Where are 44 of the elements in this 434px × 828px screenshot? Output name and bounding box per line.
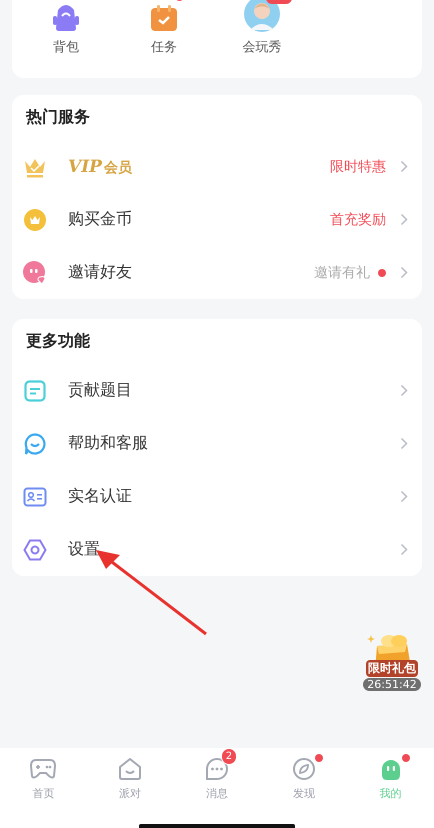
row-label: 贡献题目	[68, 380, 132, 401]
row-hint: 邀请有礼	[314, 264, 370, 282]
calendar-check-icon	[150, 4, 178, 32]
id-card-icon	[23, 486, 47, 506]
chevron-right-icon	[400, 266, 408, 279]
gamepad-icon	[30, 758, 56, 780]
home-smile-icon	[118, 757, 142, 781]
shortcut-item[interactable]: 背包	[34, 0, 98, 56]
row-label: 邀请好友	[68, 262, 132, 283]
settings-icon	[23, 538, 47, 560]
chevron-right-icon	[400, 543, 408, 556]
row-label: 设置	[68, 539, 100, 560]
menu-row[interactable]: 帮助和客服	[12, 417, 422, 470]
chat-bubble-icon	[24, 432, 46, 454]
shortcut-item[interactable]: 任务	[132, 0, 196, 56]
row-label: 帮助和客服	[68, 433, 148, 454]
row-label: 实名认证	[68, 486, 132, 507]
gift-widget[interactable]: 限时礼包 26:51:42	[360, 632, 424, 691]
menu-row[interactable]: 设置	[12, 523, 422, 576]
message-icon	[204, 757, 229, 781]
tab-item[interactable]: 2 消息	[174, 748, 260, 814]
menu-row[interactable]: VIP会员 限时特惠	[12, 140, 422, 193]
chevron-right-icon	[400, 384, 408, 397]
menu-row[interactable]: 实名认证	[12, 470, 422, 523]
countdown-timer: 26:51:42	[363, 678, 421, 691]
vip-label: VIP会员	[68, 156, 132, 176]
section-title: 热门服务	[24, 106, 91, 128]
gift-label: 限时礼包	[366, 660, 418, 677]
menu-row[interactable]: 贡献题目	[12, 364, 422, 417]
unread-badge: 2	[220, 748, 237, 765]
row-hint: 首充奖励	[330, 210, 386, 228]
shortcut-item[interactable]: 会玩秀	[230, 0, 294, 56]
row-hint: 限时特惠	[330, 158, 386, 176]
document-icon	[24, 380, 46, 402]
compass-icon	[292, 757, 316, 781]
row-label: 购买金币	[68, 209, 132, 230]
section-title: 更多功能	[25, 330, 91, 352]
chevron-right-icon	[400, 213, 408, 226]
chevron-right-icon	[400, 160, 408, 173]
menu-row[interactable]: 邀请好友 邀请有礼	[12, 246, 422, 299]
menu-row[interactable]: 购买金币 首充奖励	[12, 193, 422, 246]
chevron-right-icon	[400, 490, 408, 503]
coin-icon	[24, 208, 46, 230]
chevron-right-icon	[400, 437, 408, 450]
